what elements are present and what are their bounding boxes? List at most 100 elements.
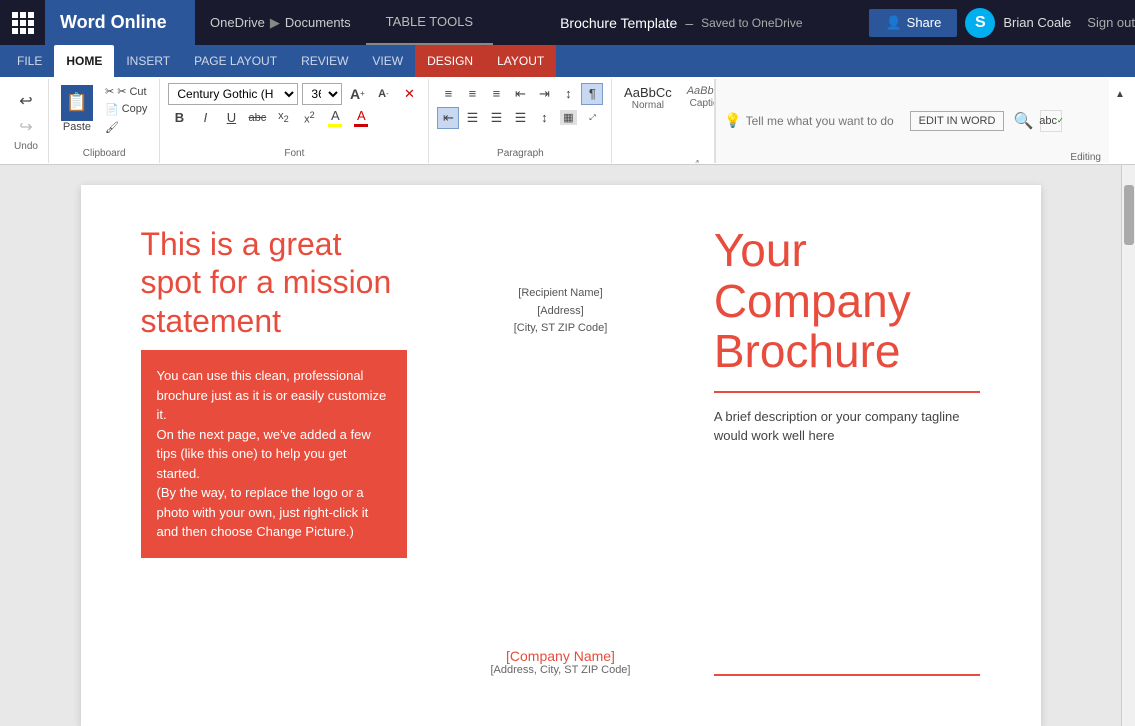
align-center-button[interactable]: ☰ xyxy=(461,107,483,129)
top-bar: Word Online OneDrive ▶ Documents TABLE T… xyxy=(0,0,1135,45)
sign-out-link[interactable]: Sign out xyxy=(1087,15,1135,30)
app-title: Word Online xyxy=(45,0,195,45)
decrease-font-button[interactable]: A - xyxy=(372,83,394,105)
breadcrumb-root[interactable]: OneDrive xyxy=(210,15,265,30)
title-line3: Brochure xyxy=(714,326,981,377)
style-normal-preview: AaBbCc xyxy=(624,85,672,101)
justify-button[interactable]: ☰ xyxy=(509,107,531,129)
main-layout: This is a great spot for a mission state… xyxy=(0,165,1135,726)
undo-icon: ↩ xyxy=(19,91,32,111)
scrollbar-thumb[interactable] xyxy=(1124,185,1134,245)
tab-layout[interactable]: LAYOUT xyxy=(485,45,556,77)
clipboard-label: Clipboard xyxy=(83,148,126,159)
expand-para-icon: ⤢ xyxy=(589,113,595,123)
highlight-color-button[interactable]: A xyxy=(324,107,346,129)
font-size-select[interactable]: 36 xyxy=(302,83,342,105)
skype-icon[interactable]: S xyxy=(965,8,995,38)
waffle-menu[interactable] xyxy=(0,0,45,45)
font-name-row: Century Gothic (H 36 A + A - ✕ xyxy=(168,83,420,105)
style-caption[interactable]: AaBbCc Caption xyxy=(679,83,715,111)
align-left-button[interactable]: ⇤ xyxy=(437,107,459,129)
paste-button[interactable]: 📋 Paste xyxy=(57,83,97,135)
increase-indent-button[interactable]: ⇥ xyxy=(533,83,555,105)
decrease-indent-button[interactable]: ⇤ xyxy=(509,83,531,105)
tell-me-bar: 💡 EDIT IN WORD 🔍 abc ✓ Editing xyxy=(715,79,1109,163)
mission-statement[interactable]: This is a great spot for a mission state… xyxy=(141,225,408,340)
tab-home[interactable]: HOME xyxy=(54,45,114,77)
title-line1: Your xyxy=(714,225,981,276)
waffle-icon xyxy=(12,12,34,34)
font-group-label: Font xyxy=(284,148,304,159)
share-button[interactable]: 👤 Share xyxy=(869,9,957,37)
shading-button[interactable]: ▦ xyxy=(557,107,579,129)
company-bottom[interactable]: [Company Name] [Address, City, ST ZIP Co… xyxy=(490,648,630,676)
breadcrumb-child[interactable]: Documents xyxy=(285,15,351,30)
numbering-button[interactable]: ≡ xyxy=(461,83,483,105)
user-info: Brian Coale Sign out xyxy=(1003,15,1135,30)
line-spacing-icon: ↕ xyxy=(541,110,548,125)
share-person-icon: 👤 xyxy=(885,15,901,31)
bold-button[interactable]: B xyxy=(168,107,190,129)
font-color-button[interactable]: A xyxy=(350,107,372,129)
line-spacing-button[interactable]: ↕ xyxy=(533,107,555,129)
tab-design[interactable]: DESIGN xyxy=(415,45,485,77)
font-group: Century Gothic (H 36 A + A - ✕ B I xyxy=(160,79,429,163)
sort-button[interactable]: ↕ xyxy=(557,83,579,105)
style-items: AaBbCc Normal AaBbCc Caption AaBbCc Defa… xyxy=(620,83,706,153)
ribbon-collapse-button[interactable]: ▲ xyxy=(1109,83,1131,105)
clear-format-button[interactable]: ✕ xyxy=(398,83,420,105)
collapse-icon: ▲ xyxy=(1115,89,1125,100)
expand-para-button[interactable]: ⤢ xyxy=(581,107,603,129)
bullets-button[interactable]: ≡ xyxy=(437,83,459,105)
style-caption-preview: AaBbCc xyxy=(687,85,715,98)
cut-button[interactable]: ✂ ✂ Cut xyxy=(101,83,151,100)
red-box[interactable]: You can use this clean, professional bro… xyxy=(141,350,408,558)
show-para-button[interactable]: ¶ xyxy=(581,83,603,105)
tab-page-layout[interactable]: PAGE LAYOUT xyxy=(182,45,289,77)
bottom-divider xyxy=(714,674,981,676)
undo-label: Undo xyxy=(14,141,38,152)
italic-button[interactable]: I xyxy=(194,107,216,129)
tell-me-input[interactable] xyxy=(746,114,906,128)
saved-status: Saved to OneDrive xyxy=(701,16,802,30)
title-line2: Company xyxy=(714,276,981,327)
editing-abc-button[interactable]: abc ✓ xyxy=(1040,110,1062,132)
highlight-icon: A xyxy=(331,108,340,123)
align-center-icon: ☰ xyxy=(467,110,479,126)
company-brochure-title[interactable]: Your Company Brochure xyxy=(714,225,981,377)
tab-insert[interactable]: INSERT xyxy=(114,45,182,77)
search-button[interactable]: 🔍 xyxy=(1012,110,1034,132)
doc-mid-column: [Recipient Name] [Address] [City, ST ZIP… xyxy=(427,225,694,686)
superscript-button[interactable]: x2 xyxy=(298,107,320,129)
subscript-button[interactable]: x2 xyxy=(272,107,294,129)
redo-button[interactable]: ↪ xyxy=(12,115,40,139)
edit-in-word-button[interactable]: EDIT IN WORD xyxy=(910,111,1005,131)
underline-button[interactable]: U xyxy=(220,107,242,129)
document-page: This is a great spot for a mission state… xyxy=(81,185,1041,726)
company-tagline[interactable]: A brief description or your company tagl… xyxy=(714,407,981,446)
tab-review[interactable]: REVIEW xyxy=(289,45,360,77)
doc-title: Brochure Template xyxy=(560,15,677,31)
align-right-button[interactable]: ☰ xyxy=(485,107,507,129)
clipboard-group: 📋 Paste ✂ ✂ Cut 📄 Copy 🖌 Clipboard xyxy=(49,79,160,163)
tab-view[interactable]: VIEW xyxy=(360,45,415,77)
show-para-icon: ¶ xyxy=(589,86,596,101)
styles-expand-button[interactable]: ⤢ xyxy=(684,153,706,163)
undo-group: ↩ ↪ Undo xyxy=(4,79,49,163)
recipient-city: [City, ST ZIP Code] xyxy=(514,320,608,338)
format-painter-button[interactable]: 🖌 xyxy=(101,119,151,136)
strikethrough-button[interactable]: abc xyxy=(246,107,268,129)
copy-button[interactable]: 📄 Copy xyxy=(101,101,151,118)
multilevel-button[interactable]: ≡ xyxy=(485,83,507,105)
increase-font-button[interactable]: A + xyxy=(346,83,368,105)
vertical-scrollbar[interactable] xyxy=(1121,165,1135,726)
style-caption-label: Caption xyxy=(690,98,716,109)
superscript-icon: x2 xyxy=(304,110,315,126)
font-name-select[interactable]: Century Gothic (H xyxy=(168,83,298,105)
underline-icon: U xyxy=(227,110,236,125)
clipboard-small-btns: ✂ ✂ Cut 📄 Copy 🖌 xyxy=(101,83,151,136)
tab-file[interactable]: FILE xyxy=(5,45,54,77)
style-normal[interactable]: AaBbCc Normal xyxy=(620,83,675,114)
undo-button[interactable]: ↩ xyxy=(12,89,40,113)
recipient-block[interactable]: [Recipient Name] [Address] [City, ST ZIP… xyxy=(514,285,608,338)
